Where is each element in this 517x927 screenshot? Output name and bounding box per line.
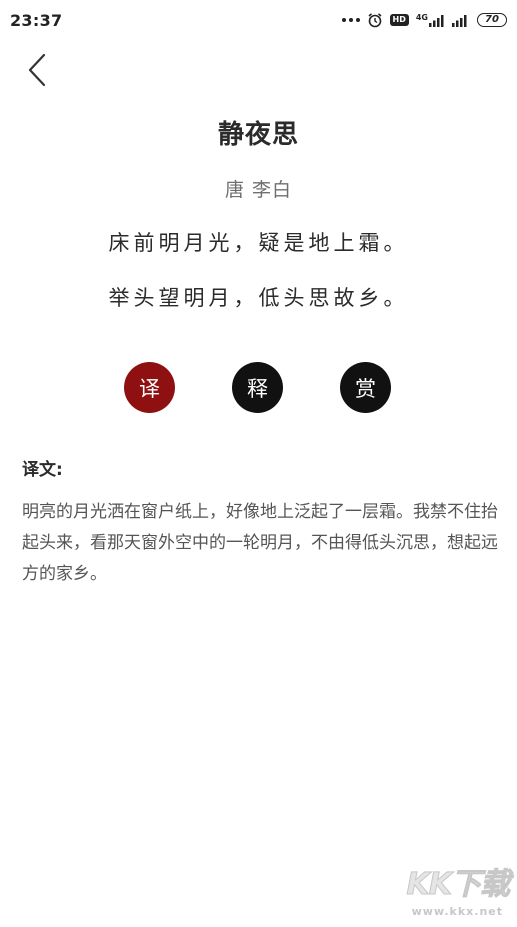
watermark-url: www.kkx.net bbox=[411, 905, 503, 918]
signal-4g-icon: 4G bbox=[415, 12, 445, 27]
watermark-logo: KK下载 www.kkx.net bbox=[391, 867, 510, 921]
hd-voice-icon: HD bbox=[389, 14, 409, 26]
alarm-clock-icon bbox=[367, 13, 382, 28]
status-icons: HD 4G 70 bbox=[341, 12, 507, 28]
status-time: 23:37 bbox=[10, 10, 63, 30]
watermark-brand: KK下载 bbox=[406, 867, 510, 903]
action-buttons: 译 释 赏 bbox=[0, 362, 517, 414]
poem-line: 床前明月光，疑是地上霜。 bbox=[108, 231, 409, 255]
battery-icon: 70 bbox=[477, 13, 507, 27]
signal-strength-icon bbox=[452, 14, 467, 27]
status-bar: 23:37 HD 4G 70 bbox=[0, 0, 517, 40]
annotation-button[interactable]: 释 bbox=[232, 362, 283, 413]
back-button[interactable] bbox=[20, 50, 54, 90]
translation-body: 明亮的月光洒在窗户纸上，好像地上泛起了一层霜。我禁不住抬起头来，看那天窗外空中的… bbox=[22, 502, 498, 584]
poem-title: 静夜思 bbox=[217, 120, 299, 150]
translation-heading: 译文: bbox=[22, 460, 63, 480]
battery-level: 70 bbox=[485, 14, 499, 25]
chevron-left-icon bbox=[28, 53, 46, 87]
network-type-label: 4G bbox=[415, 12, 428, 22]
more-notifications-icon bbox=[341, 18, 360, 22]
appreciation-button[interactable]: 赏 bbox=[340, 362, 391, 413]
translation-button[interactable]: 译 bbox=[124, 362, 175, 413]
poem-author: 唐 李白 bbox=[224, 179, 293, 201]
poem-line: 举头望明月，低头思故乡。 bbox=[108, 286, 409, 310]
